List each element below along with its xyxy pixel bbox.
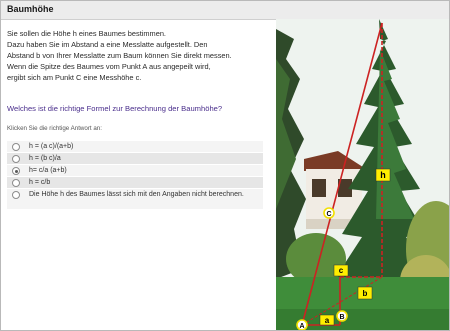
question-area: Sie sollen die Höhe h eines Baumes besti… — [7, 28, 263, 209]
answer-option-label: h = c/b — [29, 179, 51, 186]
tree-photo-diagram: h c b a A B C — [276, 19, 449, 330]
point-C: C — [323, 207, 335, 219]
intro-line: Abstand b von Ihrer Messlatte zum Baum k… — [7, 51, 232, 60]
radio-button-selected[interactable] — [12, 167, 20, 175]
answer-option-label: h = (b c)/a — [29, 155, 61, 162]
label-h-text: h — [380, 170, 386, 180]
answer-option-label: h = (a c)/(a+b) — [29, 143, 74, 150]
label-a-text: a — [325, 316, 330, 325]
question-text: Welches ist die richtige Formel zur Bere… — [7, 104, 223, 113]
label-b: b — [357, 286, 373, 300]
quiz-panel: Baumhöhe Sie sollen die Höhe h eines Bau… — [0, 0, 450, 331]
answer-option-label: h= c/a (a+b) — [29, 167, 67, 174]
label-a: a — [319, 314, 335, 326]
intro-line: ergibt sich am Punkt C eine Messhöhe c. — [7, 73, 142, 82]
radio-button[interactable] — [12, 179, 20, 187]
answer-option-1[interactable]: h = (a c)/(a+b) — [7, 141, 263, 152]
answer-option-5[interactable]: Die Höhe h des Baumes lässt sich mit den… — [7, 189, 263, 209]
intro-line: Wenn die Spitze des Baumes vom Punkt A a… — [7, 62, 211, 71]
point-B: B — [336, 310, 348, 322]
page-title: Baumhöhe — [7, 4, 54, 14]
point-B-text: B — [339, 314, 344, 321]
point-A: A — [296, 319, 308, 330]
label-h: h — [375, 168, 391, 182]
answer-option-4[interactable]: h = c/b — [7, 177, 263, 188]
label-c-text: c — [339, 266, 344, 275]
instruction-text: Klicken Sie die richtige Antwort an: — [7, 125, 102, 132]
intro-line: Dazu haben Sie im Abstand a eine Messlat… — [7, 40, 208, 49]
radio-button[interactable] — [12, 191, 20, 199]
intro-text: Sie sollen die Höhe h eines Baumes besti… — [7, 28, 263, 83]
radio-button[interactable] — [12, 155, 20, 163]
point-C-text: C — [326, 211, 331, 218]
radio-button[interactable] — [12, 143, 20, 151]
answer-options: h = (a c)/(a+b) h = (b c)/a h= c/a (a+b)… — [7, 141, 263, 210]
label-c: c — [333, 264, 349, 277]
point-A-text: A — [299, 323, 304, 330]
answer-option-3[interactable]: h= c/a (a+b) — [7, 165, 263, 176]
answer-option-2[interactable]: h = (b c)/a — [7, 153, 263, 164]
intro-line: Sie sollen die Höhe h eines Baumes besti… — [7, 29, 166, 38]
label-b-text: b — [363, 289, 368, 298]
title-bar: Baumhöhe — [1, 1, 449, 20]
answer-option-label: Die Höhe h des Baumes lässt sich mit den… — [29, 191, 244, 198]
